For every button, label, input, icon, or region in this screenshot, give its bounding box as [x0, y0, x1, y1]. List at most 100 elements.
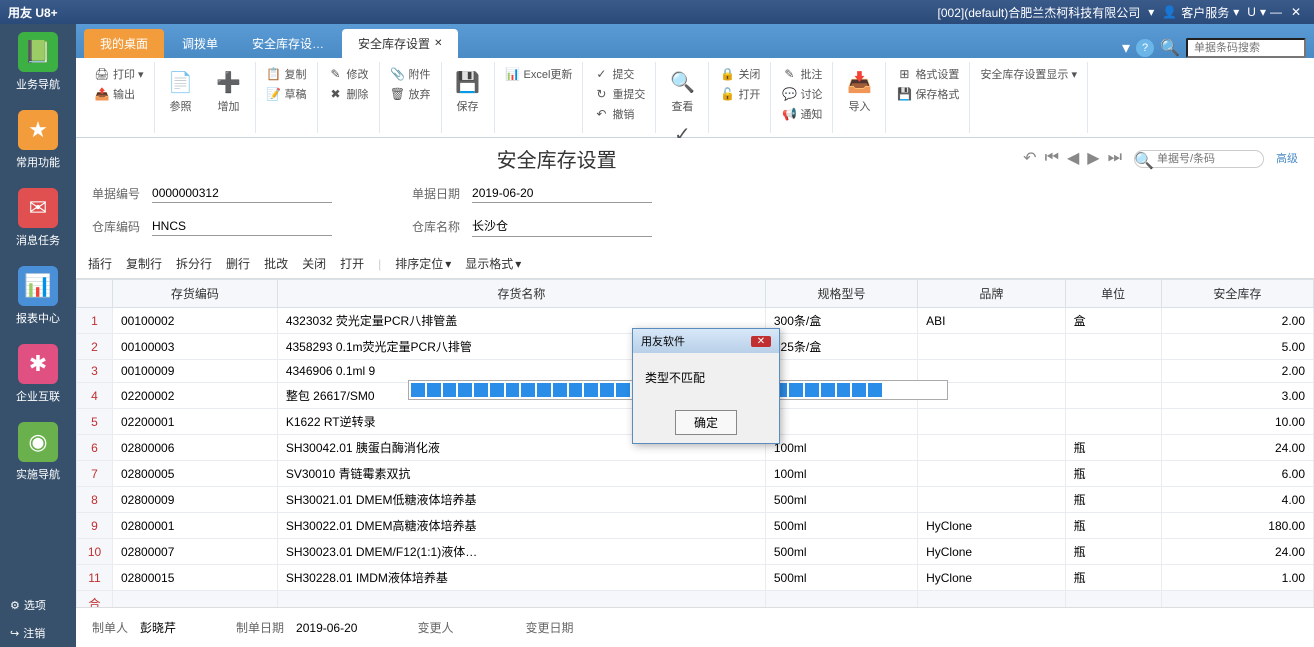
- close-icon[interactable]: ✕: [434, 38, 442, 49]
- company-name[interactable]: [002](default)合肥兰杰柯科技有限公司: [938, 4, 1141, 21]
- cell-spec[interactable]: 500ml: [765, 539, 917, 565]
- tab-safety-1[interactable]: 安全库存设…: [236, 29, 340, 58]
- tab-desktop[interactable]: 我的桌面: [84, 29, 164, 58]
- cell-unit[interactable]: 瓶: [1065, 565, 1161, 591]
- column-header[interactable]: 存货编码: [113, 280, 278, 308]
- cell-brand[interactable]: HyClone: [918, 565, 1066, 591]
- last-icon[interactable]: ⏭: [1106, 147, 1124, 169]
- barcode-search-input[interactable]: [1186, 38, 1306, 58]
- output-button[interactable]: 📤输出: [90, 84, 148, 104]
- print-button[interactable]: 🖨打印 ▾: [90, 64, 148, 84]
- cell-name[interactable]: SH30228.01 IMDM液体培养基: [277, 565, 765, 591]
- table-row[interactable]: 7 02800005 SV30010 青链霉素双抗 100ml 瓶 6.00: [77, 461, 1314, 487]
- column-header[interactable]: 单位: [1065, 280, 1161, 308]
- cell-brand[interactable]: [918, 409, 1066, 435]
- cell-code[interactable]: 02800006: [113, 435, 278, 461]
- dialog-close-button[interactable]: ✕: [751, 336, 771, 347]
- cell-name[interactable]: SV30010 青链霉素双抗: [277, 461, 765, 487]
- cell-code[interactable]: 02200002: [113, 383, 278, 409]
- first-icon[interactable]: ⏮: [1043, 147, 1061, 169]
- tab-safety-2[interactable]: 安全库存设置✕: [342, 29, 458, 58]
- sort-button[interactable]: 排序定位 ▾: [395, 255, 451, 272]
- cell-code[interactable]: 02800015: [113, 565, 278, 591]
- close-row-button[interactable]: 关闭: [302, 255, 326, 272]
- minimize-button[interactable]: —: [1266, 5, 1286, 19]
- cell-qty[interactable]: 5.00: [1161, 334, 1313, 360]
- dialog-ok-button[interactable]: 确定: [675, 410, 737, 435]
- open-row-button[interactable]: 打开: [340, 255, 364, 272]
- cell-code[interactable]: 00100003: [113, 334, 278, 360]
- cell-code[interactable]: 02800007: [113, 539, 278, 565]
- excel-button[interactable]: 📊Excel更新: [501, 64, 577, 84]
- modify-button[interactable]: ✎修改: [324, 64, 373, 84]
- advanced-link[interactable]: 高级: [1276, 150, 1298, 166]
- cell-unit[interactable]: 瓶: [1065, 487, 1161, 513]
- cell-brand[interactable]: [918, 334, 1066, 360]
- column-header[interactable]: 安全库存: [1161, 280, 1313, 308]
- cell-brand[interactable]: HyClone: [918, 513, 1066, 539]
- display-format-button[interactable]: 显示格式 ▾: [465, 255, 521, 272]
- insert-row-button[interactable]: 插行: [88, 255, 112, 272]
- cell-code[interactable]: 02200001: [113, 409, 278, 435]
- column-header[interactable]: 规格型号: [765, 280, 917, 308]
- chevron-down-icon[interactable]: ▾: [1122, 38, 1130, 58]
- options-link[interactable]: ⚙选项: [0, 591, 76, 619]
- cell-qty[interactable]: 4.00: [1161, 487, 1313, 513]
- column-header[interactable]: 存货名称: [277, 280, 765, 308]
- cell-qty[interactable]: 6.00: [1161, 461, 1313, 487]
- cell-code[interactable]: 02800009: [113, 487, 278, 513]
- table-row[interactable]: 10 02800007 SH30023.01 DMEM/F12(1:1)液体… …: [77, 539, 1314, 565]
- batch-button[interactable]: 批改: [264, 255, 288, 272]
- nav-item[interactable]: ✉消息任务: [16, 188, 60, 248]
- reference-button[interactable]: 📄参照: [161, 64, 201, 116]
- nav-item[interactable]: 📊报表中心: [16, 266, 60, 326]
- cell-brand[interactable]: [918, 435, 1066, 461]
- search-icon[interactable]: 🔍: [1160, 38, 1180, 58]
- cell-unit[interactable]: 瓶: [1065, 539, 1161, 565]
- cell-qty[interactable]: 3.00: [1161, 383, 1313, 409]
- cell-unit[interactable]: [1065, 334, 1161, 360]
- cell-name[interactable]: SH30022.01 DMEM高糖液体培养基: [277, 513, 765, 539]
- cell-code[interactable]: 00100002: [113, 308, 278, 334]
- cell-spec[interactable]: 100ml: [765, 461, 917, 487]
- next-icon[interactable]: ▶: [1085, 146, 1101, 170]
- close-button[interactable]: ✕: [1286, 5, 1306, 19]
- cell-brand[interactable]: HyClone: [918, 539, 1066, 565]
- cell-spec[interactable]: 500ml: [765, 487, 917, 513]
- prev-icon[interactable]: ◀: [1065, 146, 1081, 170]
- add-button[interactable]: ➕增加: [209, 64, 249, 116]
- notify-button[interactable]: 📢通知: [777, 104, 826, 124]
- doc-no-value[interactable]: 0000000312: [152, 184, 332, 203]
- draft-button[interactable]: 📝草稿: [262, 84, 311, 104]
- cell-unit[interactable]: [1065, 409, 1161, 435]
- cell-spec[interactable]: 500ml: [765, 513, 917, 539]
- cell-qty[interactable]: 24.00: [1161, 539, 1313, 565]
- nav-item[interactable]: ✱企业互联: [16, 344, 60, 404]
- cell-spec[interactable]: [765, 409, 917, 435]
- cell-code[interactable]: 00100009: [113, 360, 278, 383]
- undo-icon[interactable]: ↶: [1021, 146, 1038, 170]
- cell-name[interactable]: SH30023.01 DMEM/F12(1:1)液体…: [277, 539, 765, 565]
- discard-button[interactable]: 🗑放弃: [386, 84, 435, 104]
- cell-unit[interactable]: 瓶: [1065, 513, 1161, 539]
- cell-spec[interactable]: 100ml: [765, 435, 917, 461]
- save-button[interactable]: 💾保存: [448, 64, 488, 116]
- cell-code[interactable]: 02800005: [113, 461, 278, 487]
- column-header[interactable]: 品牌: [918, 280, 1066, 308]
- copy-row-button[interactable]: 复制行: [126, 255, 162, 272]
- cell-brand[interactable]: [918, 461, 1066, 487]
- nav-item[interactable]: 📗业务导航: [16, 32, 60, 92]
- help-icon[interactable]: ?: [1136, 39, 1154, 57]
- cell-spec[interactable]: 300条/盒: [765, 308, 917, 334]
- cell-qty[interactable]: 24.00: [1161, 435, 1313, 461]
- nav-item[interactable]: ★常用功能: [16, 110, 60, 170]
- table-row[interactable]: 8 02800009 SH30021.01 DMEM低糖液体培养基 500ml …: [77, 487, 1314, 513]
- cell-spec[interactable]: 500ml: [765, 565, 917, 591]
- table-row[interactable]: 9 02800001 SH30022.01 DMEM高糖液体培养基 500ml …: [77, 513, 1314, 539]
- tab-transfer[interactable]: 调拨单: [166, 29, 234, 58]
- delete-button[interactable]: ✖删除: [324, 84, 373, 104]
- cell-qty[interactable]: 10.00: [1161, 409, 1313, 435]
- import-button[interactable]: 📥导入: [839, 64, 879, 116]
- logout-link[interactable]: ↪注销: [0, 619, 76, 647]
- cell-spec[interactable]: 125条/盒: [765, 334, 917, 360]
